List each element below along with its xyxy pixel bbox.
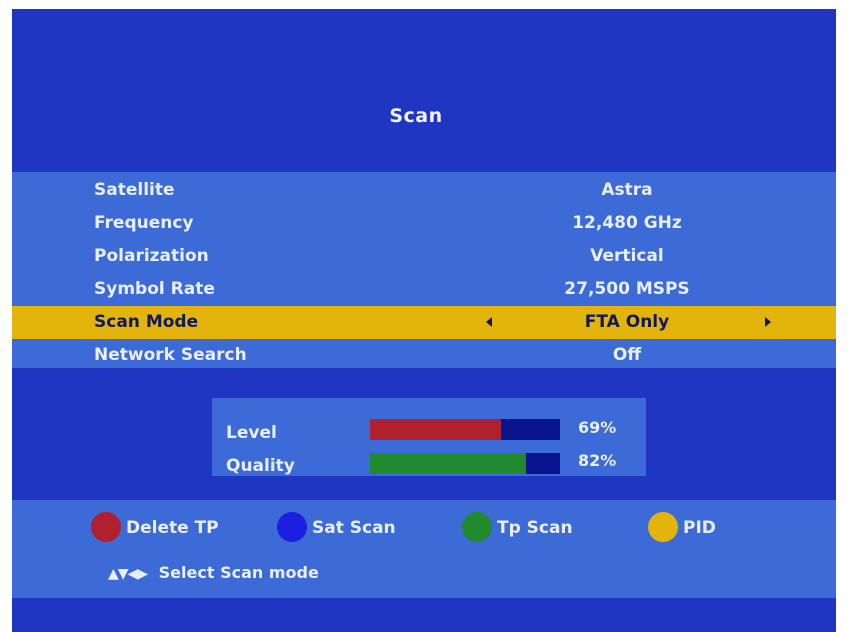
menu-row-satellite[interactable]: Satellite Astra (12, 174, 836, 207)
red-key-icon (91, 512, 121, 542)
level-bar (370, 419, 560, 440)
navigation-hint: ▲▼◀▶ Select Scan mode (108, 563, 319, 582)
menu-row-network-search[interactable]: Network Search Off (12, 339, 836, 372)
menu-row-label: Symbol Rate (94, 279, 215, 299)
menu-row-value: 27,500 MSPS (564, 279, 690, 299)
key-label: PID (683, 518, 716, 538)
scan-settings-menu: Satellite Astra Frequency 12,480 GHz Pol… (12, 172, 836, 368)
quality-label: Quality (226, 456, 295, 476)
menu-row-scan-mode[interactable]: Scan Mode FTA Only (12, 306, 836, 339)
key-label: Sat Scan (312, 518, 396, 538)
navigation-arrows-icon: ▲▼◀▶ (108, 566, 148, 582)
menu-row-value: Off (612, 345, 642, 365)
menu-row-value: Astra (601, 180, 653, 200)
key-label: Delete TP (126, 518, 219, 538)
menu-row-value: Vertical (590, 246, 664, 266)
yellow-key-icon (648, 512, 678, 542)
menu-row-label: Scan Mode (94, 312, 199, 332)
key-label: Tp Scan (497, 518, 573, 538)
hint-text: Select Scan mode (158, 563, 319, 582)
quality-percent: 82% (578, 451, 617, 470)
level-bar-fill (370, 419, 502, 440)
footer-key-legend: Delete TP Sat Scan Tp Scan PID ▲▼◀▶ Sele… (12, 500, 836, 598)
quality-bar (370, 453, 560, 474)
page-title: Scan (389, 105, 443, 127)
blue-key-icon (277, 512, 307, 542)
tv-screen: Scan Satellite Astra Frequency 12,480 GH… (12, 9, 836, 632)
menu-row-polarization[interactable]: Polarization Vertical (12, 240, 836, 273)
menu-row-value: 12,480 GHz (572, 213, 682, 233)
menu-row-frequency[interactable]: Frequency 12,480 GHz (12, 207, 836, 240)
level-label: Level (226, 423, 277, 443)
level-percent: 69% (578, 418, 617, 437)
quality-bar-fill (370, 453, 526, 474)
arrow-left-icon[interactable] (486, 317, 492, 327)
signal-panel: Level 69% Quality 82% (212, 398, 646, 476)
menu-row-label: Network Search (94, 345, 247, 365)
menu-row-label: Satellite (94, 180, 175, 200)
menu-row-symbol-rate[interactable]: Symbol Rate 27,500 MSPS (12, 273, 836, 306)
menu-row-value: FTA Only (584, 312, 670, 332)
menu-row-label: Frequency (94, 213, 194, 233)
menu-row-label: Polarization (94, 246, 209, 266)
green-key-icon (462, 512, 492, 542)
arrow-right-icon[interactable] (765, 317, 771, 327)
